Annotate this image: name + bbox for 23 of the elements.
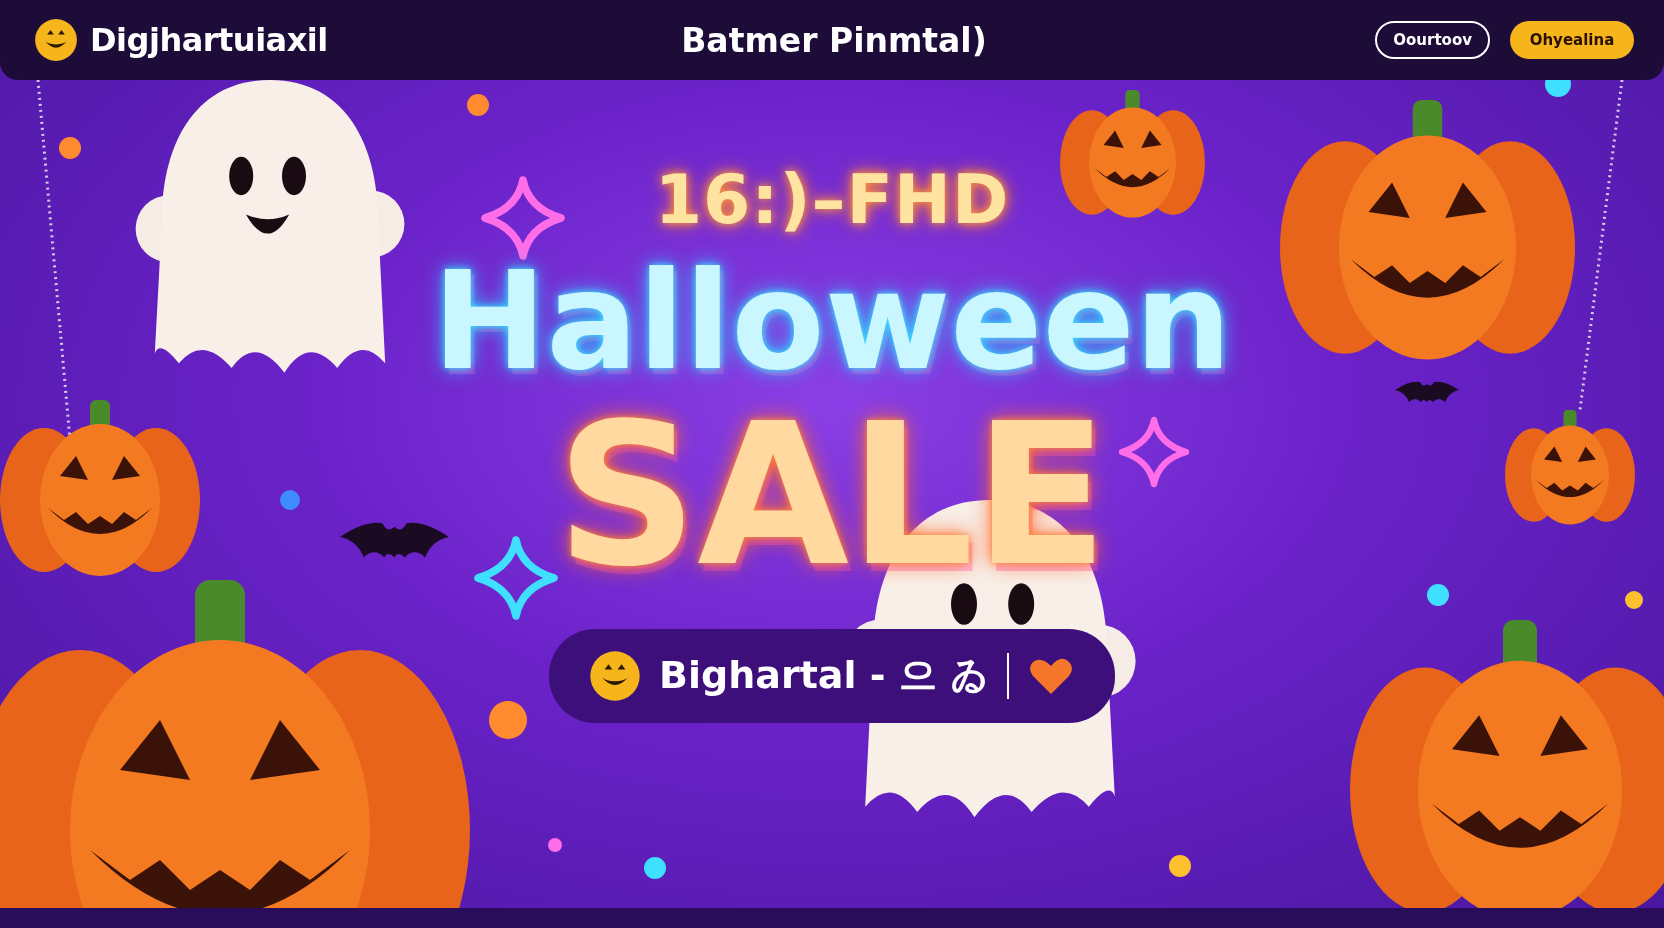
header-button[interactable]: Oourtoov — [1375, 21, 1490, 59]
confetti-dot — [489, 701, 527, 739]
neon-headline: Halloween — [432, 247, 1232, 397]
confetti-dot — [1427, 584, 1449, 606]
confetti-dot — [1169, 855, 1191, 877]
header-title: Batmer Pinmtal) — [680, 20, 988, 60]
confetti-dot — [1625, 591, 1643, 609]
confetti-dot — [644, 857, 666, 879]
bat-icon — [340, 522, 449, 558]
confetti-dot — [548, 838, 562, 852]
smiley-logo-icon — [34, 18, 78, 62]
promo-text: Bighartal - 으 ゐ — [659, 652, 989, 700]
sparkle-icon — [474, 536, 558, 620]
smiley-icon — [589, 649, 642, 702]
sparkle-icon — [1118, 416, 1190, 488]
neon-tagline: 16:)–FHD — [654, 160, 1010, 239]
bat-icon — [1395, 381, 1459, 402]
confetti-dot — [467, 94, 489, 116]
logo-text: Digjhartuiaxil — [90, 21, 328, 59]
confetti-dot — [59, 137, 81, 159]
neon-sale-text: SALE — [556, 396, 1108, 593]
confetti-dot — [280, 490, 300, 510]
header-button[interactable]: Ohyealina — [1510, 21, 1634, 59]
